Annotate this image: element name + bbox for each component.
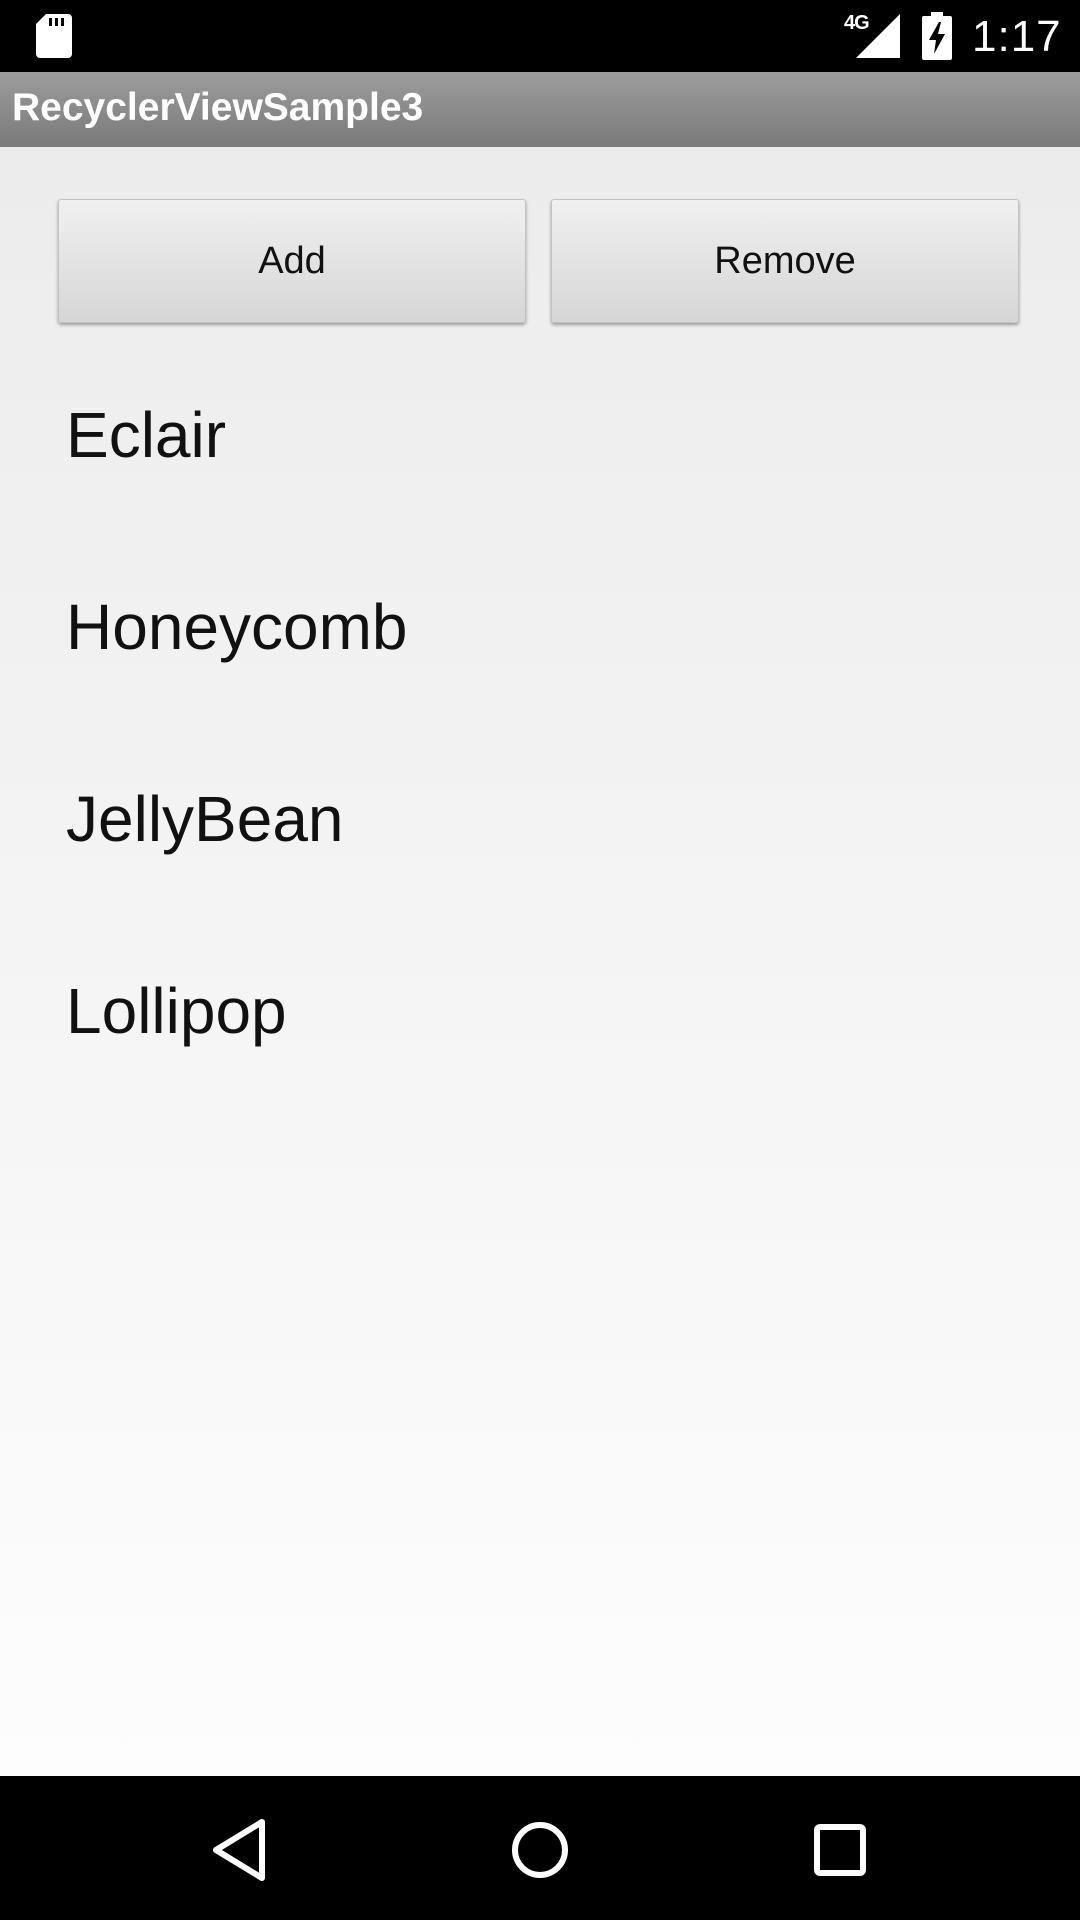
recycler-list[interactable]: Eclair Honeycomb JellyBean Lollipop (0, 339, 1080, 1107)
remove-button[interactable]: Remove (551, 199, 1019, 323)
network-type-label: 4G (844, 12, 870, 34)
list-item[interactable]: JellyBean (0, 723, 1080, 915)
battery-charging-icon (922, 12, 952, 60)
clock: 1:17 (972, 12, 1062, 61)
recent-apps-icon[interactable] (800, 1810, 880, 1890)
sd-card-icon (36, 14, 72, 58)
list-item[interactable]: Lollipop (0, 915, 1080, 1107)
screen: 4G 1:17 RecyclerViewSample3 Add Remove E… (0, 0, 1080, 1920)
home-icon[interactable] (500, 1810, 580, 1890)
back-icon[interactable] (200, 1810, 280, 1890)
app-title: RecyclerViewSample3 (12, 86, 424, 129)
status-bar: 4G 1:17 (0, 0, 1080, 72)
add-button[interactable]: Add (58, 199, 526, 323)
list-item[interactable]: Honeycomb (0, 531, 1080, 723)
content-area: Add Remove Eclair Honeycomb JellyBean Lo… (0, 147, 1080, 1776)
list-item[interactable]: Eclair (0, 339, 1080, 531)
action-bar: RecyclerViewSample3 (0, 72, 1080, 147)
navigation-bar (0, 1776, 1080, 1920)
